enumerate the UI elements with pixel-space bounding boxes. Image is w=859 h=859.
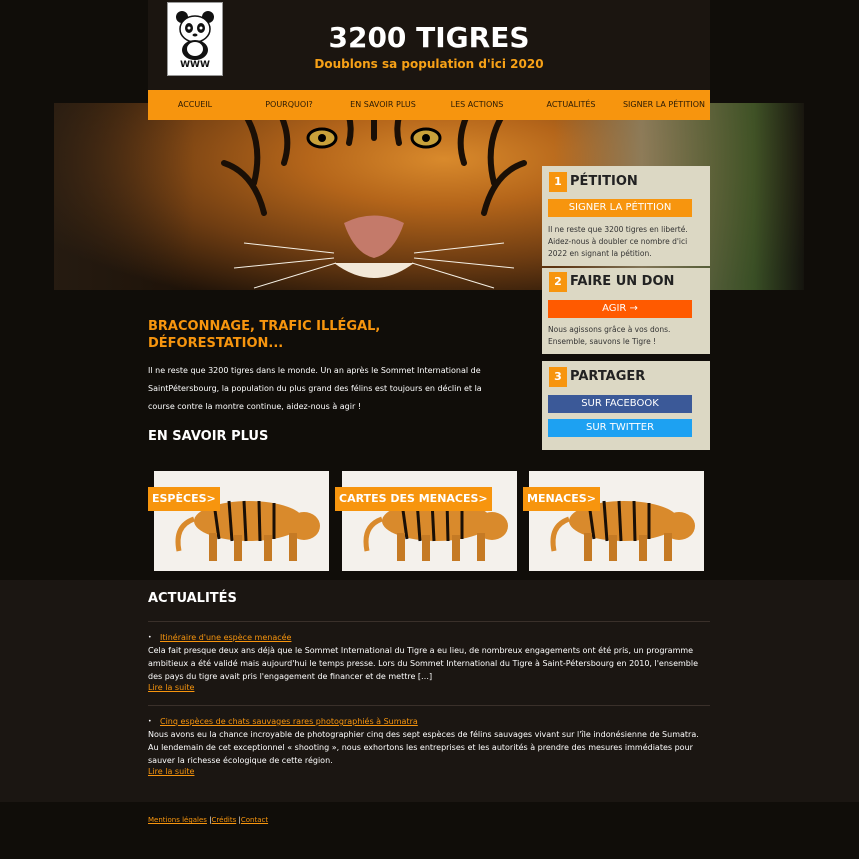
footer: Mentions légales |Crédits |Contact [148, 816, 268, 824]
news-section [0, 580, 859, 802]
step-number: 3 [549, 367, 567, 387]
donate-title: FAIRE UN DON [570, 274, 675, 289]
footer-link-contact[interactable]: Contact [241, 816, 268, 824]
act-button[interactable]: AGIR → [548, 300, 692, 318]
nav-pourquoi[interactable]: POURQUOI? [242, 90, 336, 120]
step-number: 1 [549, 172, 567, 192]
nav-signer-petition[interactable]: SIGNER LA PÉTITION [618, 90, 710, 120]
divider [148, 621, 710, 622]
news-heading: ACTUALITÉS [148, 591, 237, 606]
read-more-link[interactable]: Lire la suite [148, 767, 194, 776]
card-label-especes[interactable]: ESPÈCES> [148, 487, 220, 511]
sign-petition-button[interactable]: SIGNER LA PÉTITION [548, 199, 692, 217]
card-menaces[interactable] [529, 471, 704, 571]
share-twitter-button[interactable]: SUR TWITTER [548, 419, 692, 437]
donate-text: Nous agissons grâce à vos dons. Ensemble… [548, 325, 671, 346]
share-facebook-button[interactable]: SUR FACEBOOK [548, 395, 692, 413]
petition-text: Il ne reste que 3200 tigres en liberté. … [548, 225, 688, 258]
site-title: 3200 TIGRES [328, 21, 530, 54]
news-item-body: Nous avons eu la chance incroyable de ph… [148, 730, 699, 765]
news-item-title[interactable]: Itinéraire d'une espèce menacée [160, 633, 291, 642]
tiger-walking-image [363, 500, 508, 561]
nav-en-savoir-plus[interactable]: EN SAVOIR PLUS [336, 90, 430, 120]
learn-more-heading: EN SAVOIR PLUS [148, 429, 269, 444]
news-item-body: Cela fait presque deux ans déjà que le S… [148, 646, 699, 681]
nav-actualites[interactable]: ACTUALITÉS [524, 90, 618, 120]
petition-title: PÉTITION [570, 174, 638, 189]
card-label-menaces[interactable]: MENACES> [523, 487, 600, 511]
donate-box: 2 FAIRE UN DON AGIR → Nous agissons grâc… [542, 268, 710, 354]
petition-box: 1 PÉTITION SIGNER LA PÉTITION Il ne rest… [542, 166, 710, 266]
divider [148, 705, 710, 706]
tiger-walking-image [175, 500, 320, 561]
tiger-face-graphic [221, 103, 527, 289]
read-more-link[interactable]: Lire la suite [148, 683, 194, 692]
footer-link-mentions[interactable]: Mentions légales [148, 816, 207, 824]
main-heading: BRACONNAGE, TRAFIC ILLÉGAL, DÉFORESTATIO… [148, 319, 381, 351]
bullet-icon: • [148, 634, 152, 641]
news-item-title[interactable]: Cinq espèces de chats sauvages rares pho… [160, 717, 418, 726]
bullet-icon: • [148, 718, 152, 725]
step-number: 2 [549, 272, 567, 292]
share-title: PARTAGER [570, 369, 646, 384]
main-nav: ACCUEIL POURQUOI? EN SAVOIR PLUS LES ACT… [148, 90, 710, 120]
main-intro-text: Il ne reste que 3200 tigres dans le mond… [148, 366, 482, 411]
footer-link-credits[interactable]: Crédits [212, 816, 237, 824]
nav-les-actions[interactable]: LES ACTIONS [430, 90, 524, 120]
tiger-walking-image [550, 500, 695, 561]
card-label-cartes-menaces[interactable]: CARTES DES MENACES> [335, 487, 492, 511]
site-subtitle: Doublons sa population d'ici 2020 [314, 57, 544, 71]
card-cartes-menaces[interactable] [342, 471, 517, 571]
card-especes[interactable] [154, 471, 329, 571]
share-box: 3 PARTAGER SUR FACEBOOK SUR TWITTER [542, 361, 710, 450]
nav-accueil[interactable]: ACCUEIL [148, 90, 242, 120]
